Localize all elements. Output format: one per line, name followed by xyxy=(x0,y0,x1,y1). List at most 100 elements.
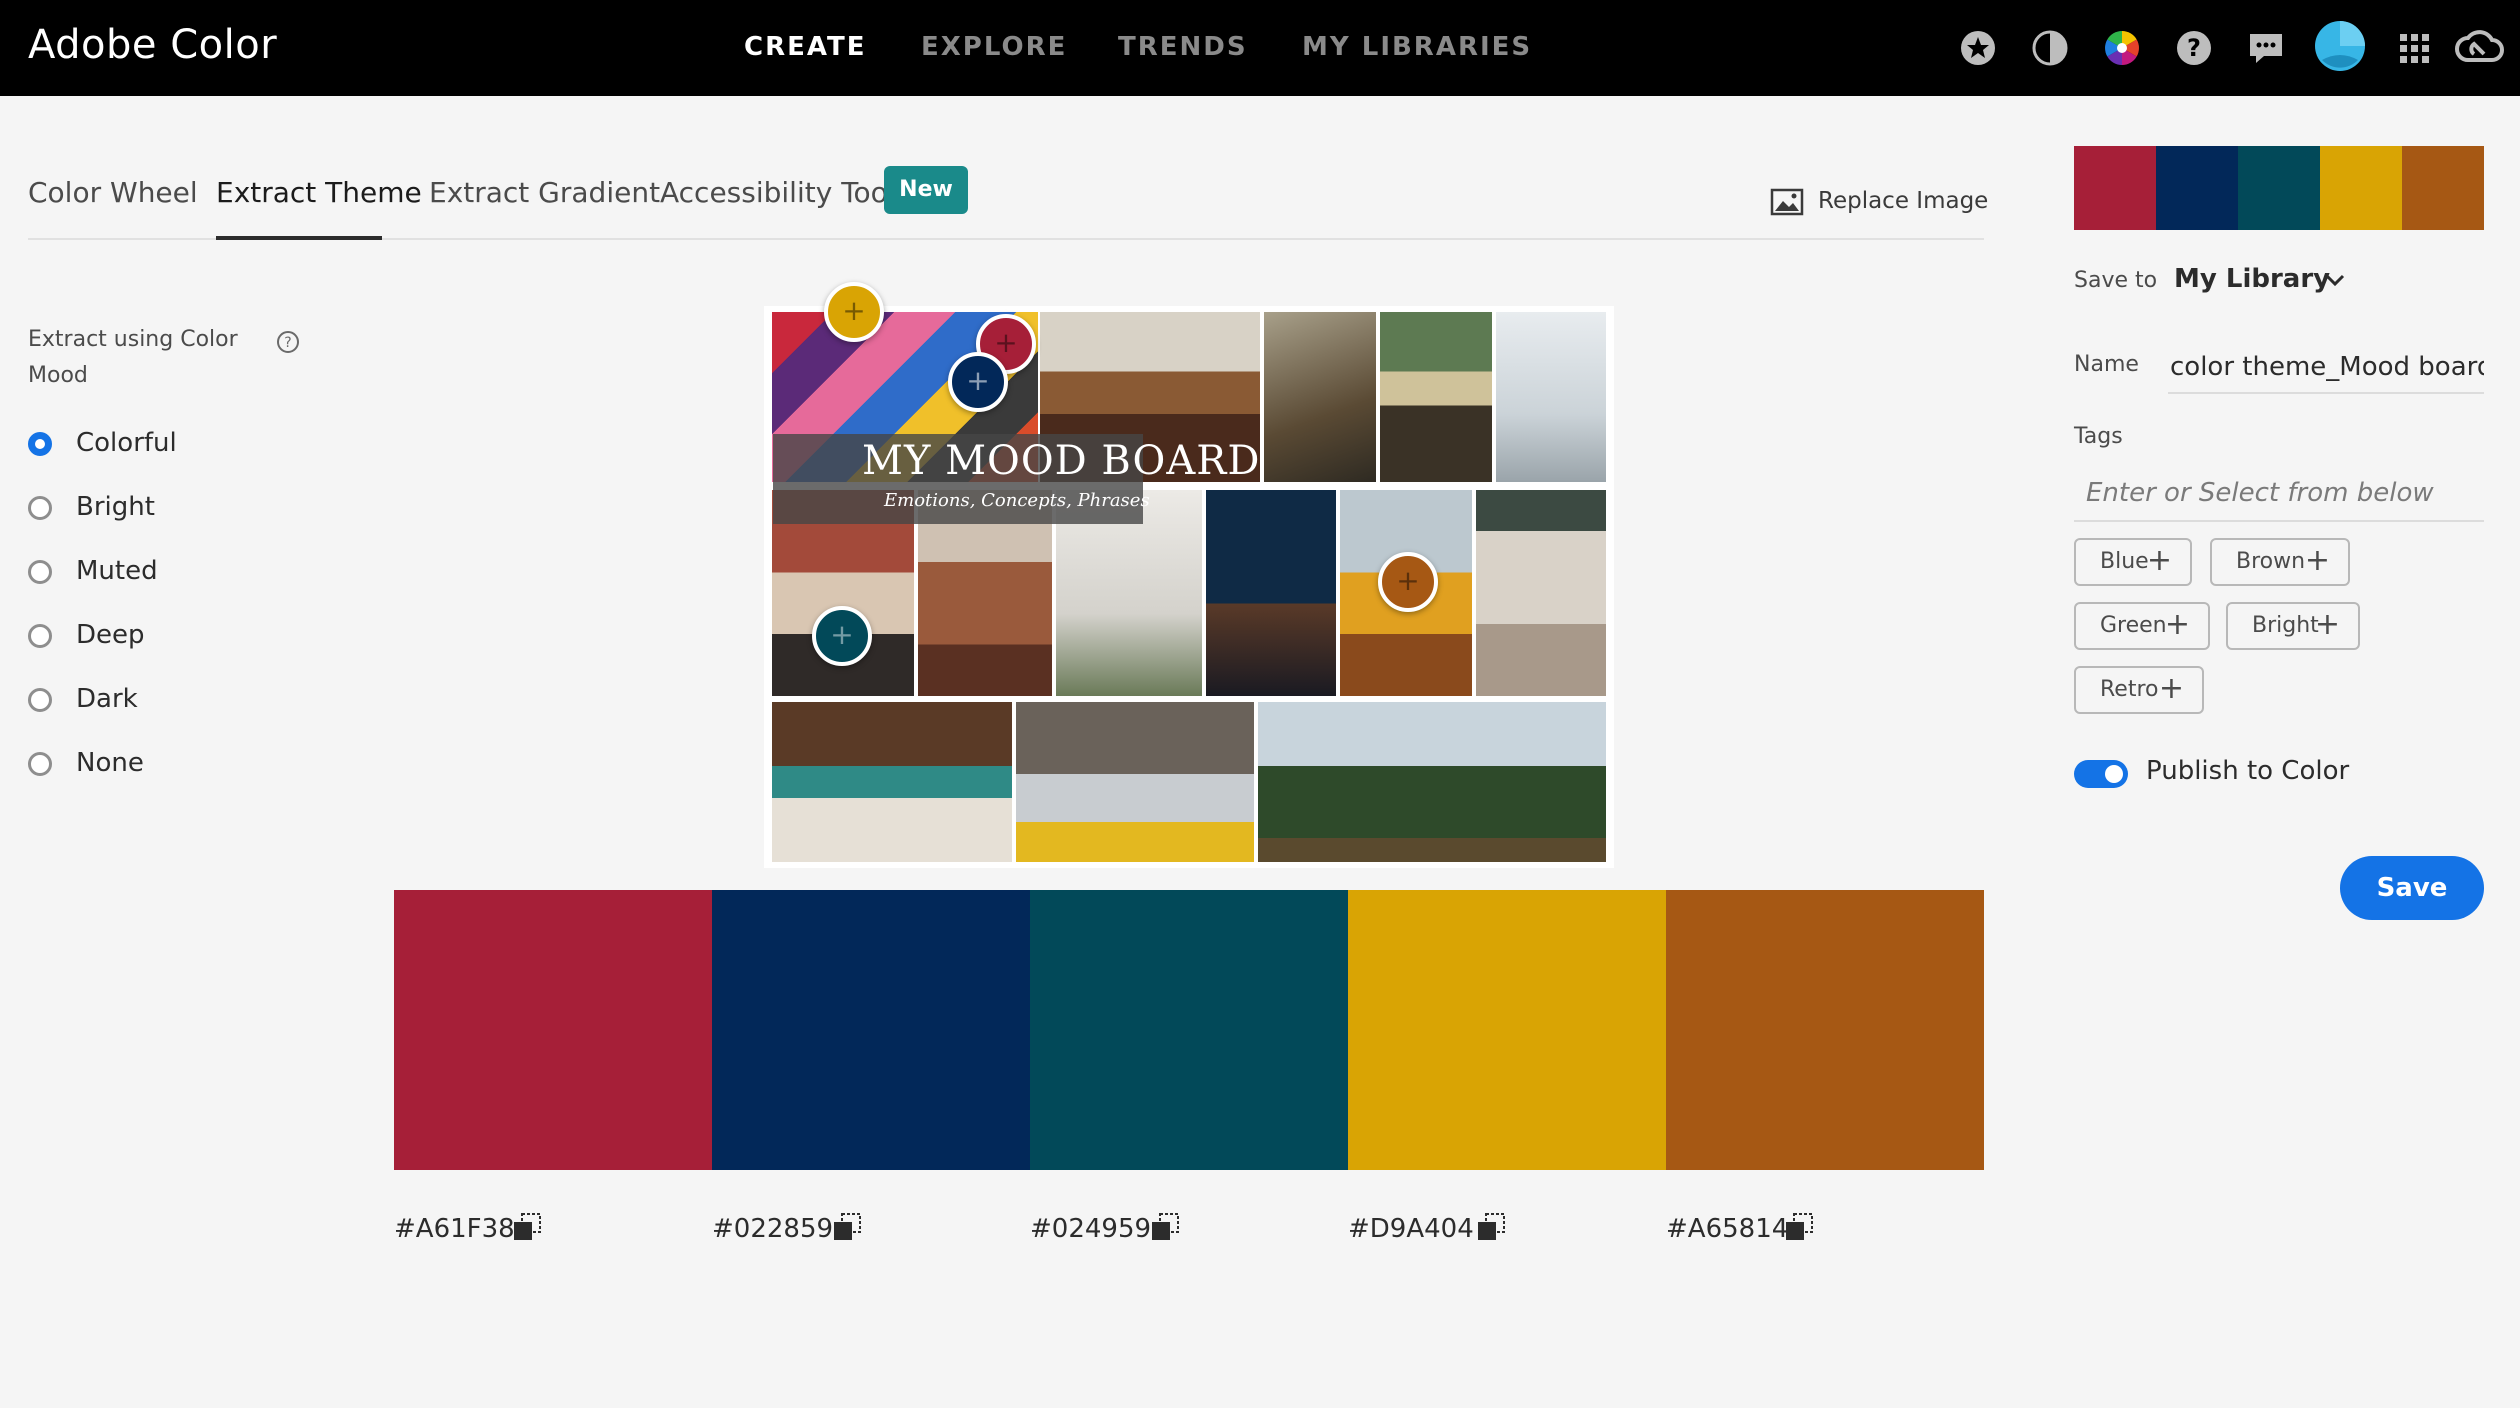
swatch-2[interactable] xyxy=(712,890,1030,1170)
contrast-icon[interactable] xyxy=(2030,28,2070,68)
tag-label: Blue xyxy=(2100,549,2149,574)
radio-label: Colorful xyxy=(76,428,177,458)
radio-button[interactable] xyxy=(28,432,52,456)
tab-color-wheel[interactable]: Color Wheel xyxy=(28,176,198,209)
tag-brown[interactable]: Brown + xyxy=(2210,538,2350,586)
tag-bright[interactable]: Bright + xyxy=(2226,602,2360,650)
radio-button[interactable] xyxy=(28,560,52,584)
top-bar: Adobe Color CREATE EXPLORE TRENDS MY LIB… xyxy=(0,0,2520,96)
replace-image-label: Replace Image xyxy=(1818,188,1989,214)
name-label: Name xyxy=(2074,352,2139,377)
library-dropdown[interactable]: My Library xyxy=(2174,264,2354,300)
mood-board-title: MY MOOD BOARD xyxy=(862,438,1261,484)
tag-blue[interactable]: Blue + xyxy=(2074,538,2192,586)
tags-label: Tags xyxy=(2074,424,2123,449)
tag-green[interactable]: Green + xyxy=(2074,602,2210,650)
copy-icon[interactable] xyxy=(1148,1210,1182,1244)
library-selected-value: My Library xyxy=(2174,264,2331,294)
add-tag-icon: + xyxy=(2304,543,2330,578)
tag-label: Brown xyxy=(2236,549,2306,574)
mood-board-subtitle: Emotions, Concepts, Phrases xyxy=(884,490,1150,511)
radio-label: Muted xyxy=(76,556,158,586)
add-tag-icon: + xyxy=(2158,671,2184,706)
avatar[interactable] xyxy=(2314,20,2366,72)
tag-label: Bright xyxy=(2252,613,2319,638)
publish-toggle[interactable] xyxy=(2074,760,2128,788)
app-logo[interactable]: Adobe Color xyxy=(28,22,277,68)
creative-cloud-icon[interactable] xyxy=(2454,28,2504,68)
tags-input[interactable] xyxy=(2074,466,2484,522)
copy-icon[interactable] xyxy=(510,1210,544,1244)
color-picker-handle-5[interactable]: + xyxy=(1378,552,1438,612)
star-icon[interactable] xyxy=(1958,28,1998,68)
radio-button[interactable] xyxy=(28,624,52,648)
save-button[interactable]: Save xyxy=(2340,856,2484,920)
add-tag-icon: + xyxy=(2314,607,2340,642)
photo-tile xyxy=(1380,312,1492,482)
swatch-3[interactable] xyxy=(1030,890,1348,1170)
photo-tile xyxy=(1264,312,1376,482)
chevron-down-icon xyxy=(2325,274,2345,287)
mood-option-deep[interactable]: Deep xyxy=(28,618,328,658)
extract-mood-label: Extract using Color Mood xyxy=(28,327,238,388)
color-wheel-icon[interactable] xyxy=(2102,28,2142,68)
radio-button[interactable] xyxy=(28,496,52,520)
hex-value-1[interactable]: #A61F38 xyxy=(394,1214,515,1244)
theme-preview-swatch-4 xyxy=(2320,146,2402,230)
photo-tile xyxy=(1016,702,1254,862)
hex-value-5[interactable]: #A65814 xyxy=(1666,1214,1788,1244)
radio-label: Dark xyxy=(76,684,138,714)
new-badge: New xyxy=(884,166,968,214)
tag-label: Retro xyxy=(2100,677,2159,702)
apps-grid-icon[interactable] xyxy=(2394,28,2434,68)
radio-button[interactable] xyxy=(28,688,52,712)
photo-tile xyxy=(772,702,1012,862)
hex-value-2[interactable]: #022859 xyxy=(712,1214,833,1244)
nav-explore[interactable]: EXPLORE xyxy=(921,32,1067,62)
color-picker-handle-4[interactable]: + xyxy=(824,282,884,342)
radio-button[interactable] xyxy=(28,752,52,776)
nav-trends[interactable]: TRENDS xyxy=(1118,32,1248,62)
mood-option-bright[interactable]: Bright xyxy=(28,490,328,530)
hex-value-3[interactable]: #024959 xyxy=(1030,1214,1151,1244)
save-to-label: Save to xyxy=(2074,268,2158,293)
theme-name-input[interactable] xyxy=(2168,342,2484,394)
tag-retro[interactable]: Retro + xyxy=(2074,666,2204,714)
tag-label: Green xyxy=(2100,613,2167,638)
svg-text:?: ? xyxy=(2187,34,2201,62)
tab-extract-theme[interactable]: Extract Theme xyxy=(216,176,422,209)
photo-tile xyxy=(1206,490,1336,696)
image-icon xyxy=(1770,188,1804,216)
add-tag-icon: + xyxy=(2164,607,2190,642)
color-picker-handle-3[interactable]: + xyxy=(812,606,872,666)
nav-my-libraries[interactable]: MY LIBRARIES xyxy=(1302,32,1532,62)
copy-icon[interactable] xyxy=(830,1210,864,1244)
help-icon[interactable]: ? xyxy=(2174,28,2214,68)
copy-icon[interactable] xyxy=(1782,1210,1816,1244)
theme-preview-swatch-1 xyxy=(2074,146,2156,230)
copy-icon[interactable] xyxy=(1474,1210,1508,1244)
theme-preview-swatch-5 xyxy=(2402,146,2484,230)
mood-option-none[interactable]: None xyxy=(28,746,328,786)
radio-label: Bright xyxy=(76,492,155,522)
active-tab-indicator xyxy=(216,236,382,240)
photo-tile xyxy=(1496,312,1606,482)
swatch-1[interactable] xyxy=(394,890,712,1170)
hex-value-4[interactable]: #D9A404 xyxy=(1348,1214,1474,1244)
chat-icon[interactable] xyxy=(2246,28,2286,68)
publish-label: Publish to Color xyxy=(2146,756,2350,786)
mood-option-colorful[interactable]: Colorful xyxy=(28,426,328,466)
tab-extract-gradient[interactable]: Extract Gradient xyxy=(429,176,660,209)
swatch-5[interactable] xyxy=(1666,890,1984,1170)
mood-option-dark[interactable]: Dark xyxy=(28,682,328,722)
svg-text:?: ? xyxy=(284,335,291,351)
mood-option-muted[interactable]: Muted xyxy=(28,554,328,594)
theme-preview-swatch-2 xyxy=(2156,146,2238,230)
color-picker-handle-2[interactable]: + xyxy=(948,352,1008,412)
theme-preview-swatch-3 xyxy=(2238,146,2320,230)
replace-image-button[interactable]: Replace Image xyxy=(1770,186,1988,222)
swatch-4[interactable] xyxy=(1348,890,1666,1170)
nav-create[interactable]: CREATE xyxy=(744,32,866,62)
mood-help-icon[interactable]: ? xyxy=(276,330,300,354)
tab-accessibility-tools[interactable]: Accessibility Tools xyxy=(660,176,910,209)
